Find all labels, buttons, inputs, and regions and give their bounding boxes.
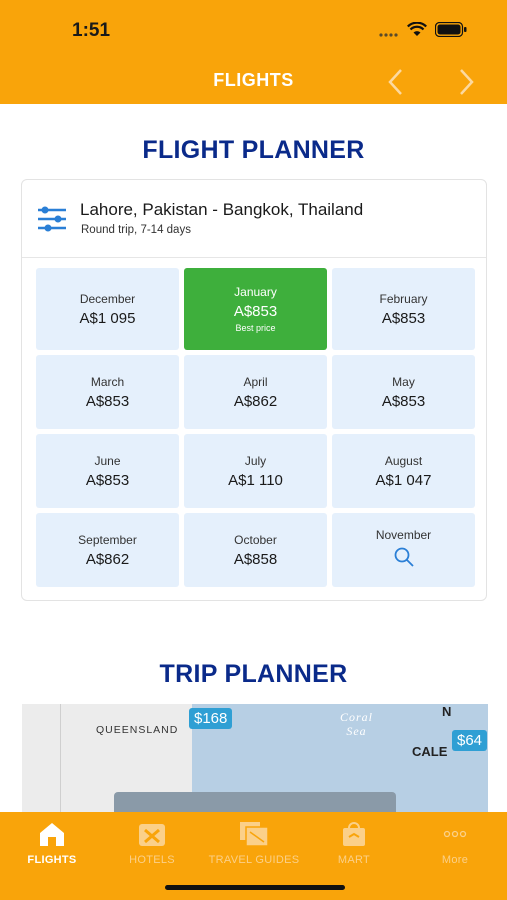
mart-icon: [304, 818, 404, 850]
route-header[interactable]: Lahore, Pakistan - Bangkok, Thailand Rou…: [22, 180, 486, 258]
home-icon: [2, 818, 102, 850]
route-text: Lahore, Pakistan - Bangkok, Thailand: [80, 200, 364, 219]
map-place-label: CALE: [412, 744, 448, 759]
month-label: April: [243, 374, 268, 389]
month-cell-august[interactable]: August A$1 047: [332, 434, 475, 508]
nav-bar: FLIGHTS: [0, 60, 507, 104]
month-cell-april[interactable]: April A$862: [184, 355, 327, 429]
month-cell-december[interactable]: December A$1 095: [36, 268, 179, 350]
destination-photo[interactable]: [114, 792, 396, 812]
more-icon: [405, 818, 505, 850]
month-cell-june[interactable]: June A$853: [36, 434, 179, 508]
flight-planner-title: FLIGHT PLANNER: [142, 136, 365, 164]
wifi-icon: [407, 21, 427, 41]
tab-label: More: [441, 854, 469, 866]
search-icon[interactable]: [393, 546, 415, 572]
month-label: January: [234, 285, 277, 299]
month-label: September: [78, 532, 137, 547]
month-price: A$1 047: [375, 471, 432, 489]
month-cell-march[interactable]: March A$853: [36, 355, 179, 429]
month-label: November: [375, 528, 432, 542]
month-cell-september[interactable]: September A$862: [36, 513, 179, 587]
guides-icon: [204, 818, 304, 850]
month-price: A$853: [233, 303, 278, 320]
chevron-left-icon: [388, 69, 402, 95]
month-label: October: [234, 532, 277, 547]
tab-label: HOTELS: [129, 854, 175, 866]
tab-flights[interactable]: FLIGHTS: [2, 818, 102, 866]
month-price: A$1 110: [228, 471, 283, 489]
map-sea-label-line: Coral: [340, 710, 374, 724]
month-label: June: [94, 453, 121, 468]
status-icons: [379, 21, 467, 41]
month-cell-february[interactable]: February A$853: [332, 268, 475, 350]
month-price: A$1 095: [79, 309, 136, 327]
month-price: A$853: [85, 392, 130, 410]
month-label: August: [384, 453, 423, 468]
month-label: July: [244, 453, 267, 468]
month-cell-may[interactable]: May A$853: [332, 355, 475, 429]
best-price-badge: Best price: [235, 323, 276, 333]
month-price: A$853: [85, 471, 130, 489]
trip-planner-title: TRIP PLANNER: [159, 660, 348, 688]
battery-icon: [434, 21, 467, 41]
status-bar: 1:51: [0, 0, 507, 60]
map-price-pin[interactable]: $64: [452, 730, 488, 751]
month-label: March: [90, 374, 125, 389]
month-price-grid: December A$1 095 January A$853 Best pric…: [36, 268, 475, 587]
flight-planner-card: Lahore, Pakistan - Bangkok, Thailand Rou…: [21, 179, 487, 601]
month-cell-july[interactable]: July A$1 110: [184, 434, 327, 508]
map-sea-label-line: Sea: [346, 724, 367, 738]
tab-label: MART: [337, 854, 371, 866]
month-cell-november[interactable]: November: [332, 513, 475, 587]
month-label: February: [379, 291, 428, 306]
filter-icon[interactable]: [36, 205, 68, 233]
month-price: A$862: [233, 392, 278, 410]
status-time: 1:51: [72, 20, 111, 41]
map-region-label: QUEENSLAND: [96, 724, 179, 736]
map-sea-label: Coral Sea: [340, 710, 373, 738]
signal-icon: [379, 22, 399, 41]
chevron-right-icon: [460, 69, 474, 95]
tab-label: TRAVEL GUIDES: [208, 854, 300, 866]
map-price-pin[interactable]: $168: [189, 708, 233, 729]
home-indicator[interactable]: [165, 885, 345, 890]
trip-type-text: Round trip, 7-14 days: [81, 224, 191, 236]
month-price: A$853: [381, 309, 426, 327]
trip-planner-map[interactable]: QUEENSLAND Coral Sea N CALE $168 $64: [22, 704, 488, 812]
map-place-label: N: [442, 704, 452, 719]
month-price: A$853: [381, 392, 426, 410]
map-border-line: [60, 704, 61, 812]
tab-label: FLIGHTS: [27, 854, 77, 866]
tab-hotels[interactable]: HOTELS: [102, 818, 202, 866]
tab-travel-guides[interactable]: TRAVEL GUIDES: [204, 818, 304, 866]
previous-button[interactable]: [380, 66, 410, 98]
month-price: A$862: [85, 550, 130, 568]
month-label: December: [79, 291, 136, 306]
page-title: FLIGHTS: [213, 70, 294, 90]
month-cell-october[interactable]: October A$858: [184, 513, 327, 587]
hotel-icon: [102, 818, 202, 850]
month-price: A$858: [233, 550, 278, 568]
tab-mart[interactable]: MART: [304, 818, 404, 866]
month-label: May: [392, 374, 415, 389]
tab-more[interactable]: More: [405, 818, 505, 866]
content-scroll[interactable]: FLIGHT PLANNER Lahore, Pakistan - Bangko…: [0, 104, 507, 812]
month-cell-january[interactable]: January A$853 Best price: [184, 268, 327, 350]
next-button[interactable]: [452, 66, 482, 98]
